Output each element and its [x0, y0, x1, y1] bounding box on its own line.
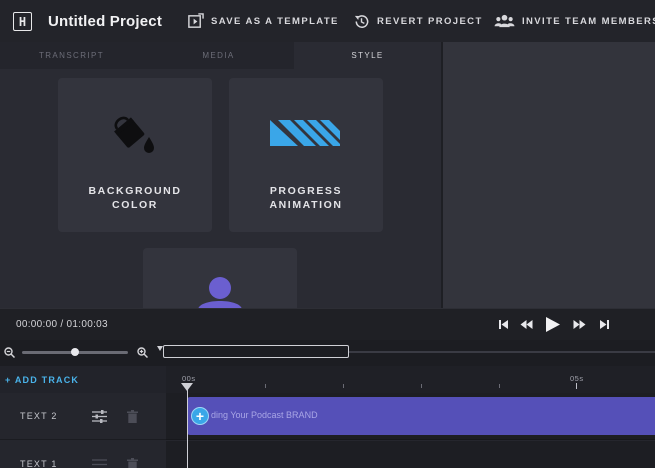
team-icon: [494, 14, 515, 28]
invite-team-members-label: INVITE TEAM MEMBERS: [522, 16, 655, 27]
track-name: TEXT 2: [20, 411, 58, 421]
time-ruler[interactable]: 00s 05s: [166, 366, 655, 393]
progress-animation-card[interactable]: PROGRESS ANIMATION: [229, 78, 383, 232]
timecode: 00:00:00 / 01:00:03: [16, 319, 108, 330]
timeline-scroll-window[interactable]: [163, 345, 349, 358]
ruler-label-start: 00s: [182, 374, 196, 383]
ruler-tick: [265, 384, 266, 388]
play-button[interactable]: [545, 316, 561, 333]
progress-animation-label: PROGRESS ANIMATION: [269, 185, 343, 211]
track-settings-icon[interactable]: [92, 410, 107, 423]
add-clip-icon[interactable]: +: [191, 407, 209, 425]
clip-text: ding Your Podcast BRAND: [211, 410, 318, 420]
trash-icon[interactable]: [127, 410, 138, 423]
app-logo[interactable]: H: [13, 12, 32, 31]
track-name: TEXT 1: [20, 459, 58, 468]
revert-project-button[interactable]: REVERT PROJECT: [353, 13, 483, 30]
timeline-scroll-track[interactable]: [349, 351, 655, 353]
ruler-tick: [343, 384, 344, 388]
track-lane-text-1[interactable]: [166, 441, 655, 468]
ruler-tick: [421, 384, 422, 388]
ruler-label-5s: 05s: [570, 374, 584, 383]
add-track-button[interactable]: + ADD TRACK: [5, 375, 79, 385]
rewind-icon: [520, 320, 533, 329]
track-settings-icon[interactable]: [92, 458, 107, 468]
background-color-label: BACKGROUND COLOR: [88, 185, 182, 211]
history-icon: [354, 15, 369, 28]
progress-stripes-icon: [270, 120, 340, 146]
save-template-icon: [188, 13, 204, 28]
save-as-template-label: SAVE AS A TEMPLATE: [211, 16, 339, 27]
video-preview[interactable]: [443, 42, 655, 308]
tab-media[interactable]: MEDIA: [143, 42, 294, 69]
invite-team-members-button[interactable]: INVITE TEAM MEMBERS: [494, 13, 655, 30]
skip-to-end-button[interactable]: [599, 319, 610, 330]
skip-start-icon: [499, 320, 508, 329]
panel-tabs: TRANSCRIPT MEDIA STYLE: [0, 42, 441, 69]
paint-bucket-icon: [114, 116, 154, 153]
tab-style[interactable]: STYLE: [294, 42, 441, 69]
ruler-tick-major: [576, 383, 577, 389]
timeline-header: + ADD TRACK 00s 05s: [0, 366, 655, 393]
tab-transcript[interactable]: TRANSCRIPT: [0, 42, 143, 69]
skip-end-icon: [600, 320, 609, 329]
save-as-template-button[interactable]: SAVE AS A TEMPLATE: [187, 13, 339, 30]
person-avatar-icon: [198, 277, 242, 308]
skip-to-start-button[interactable]: [498, 319, 509, 330]
zoom-out-icon[interactable]: [4, 347, 15, 358]
avatar-style-card[interactable]: [143, 248, 297, 308]
rewind-button[interactable]: [520, 319, 533, 330]
fast-forward-button[interactable]: [573, 319, 586, 330]
playback-bar: 00:00:00 / 01:00:03: [0, 308, 655, 340]
text-clip[interactable]: ding Your Podcast BRAND: [187, 397, 655, 435]
style-panel: TRANSCRIPT MEDIA STYLE BACKGROUND COLOR P…: [0, 42, 441, 308]
fast-forward-icon: [573, 320, 586, 329]
track-row-text-2: TEXT 2: [0, 393, 166, 440]
playhead-handle[interactable]: [181, 383, 193, 391]
background-color-card[interactable]: BACKGROUND COLOR: [58, 78, 212, 232]
track-row-text-1: TEXT 1: [0, 441, 166, 468]
revert-project-label: REVERT PROJECT: [377, 16, 483, 27]
ruler-tick: [499, 384, 500, 388]
play-icon: [546, 317, 560, 332]
playhead-line[interactable]: [187, 384, 188, 468]
timeline-zoom-row: [0, 340, 655, 366]
zoom-slider-handle[interactable]: [71, 348, 79, 356]
project-title[interactable]: Untitled Project: [48, 13, 162, 30]
trash-icon[interactable]: [127, 458, 138, 468]
top-header: H Untitled Project SAVE AS A TEMPLATE RE…: [0, 0, 655, 42]
zoom-in-icon[interactable]: [137, 347, 148, 358]
